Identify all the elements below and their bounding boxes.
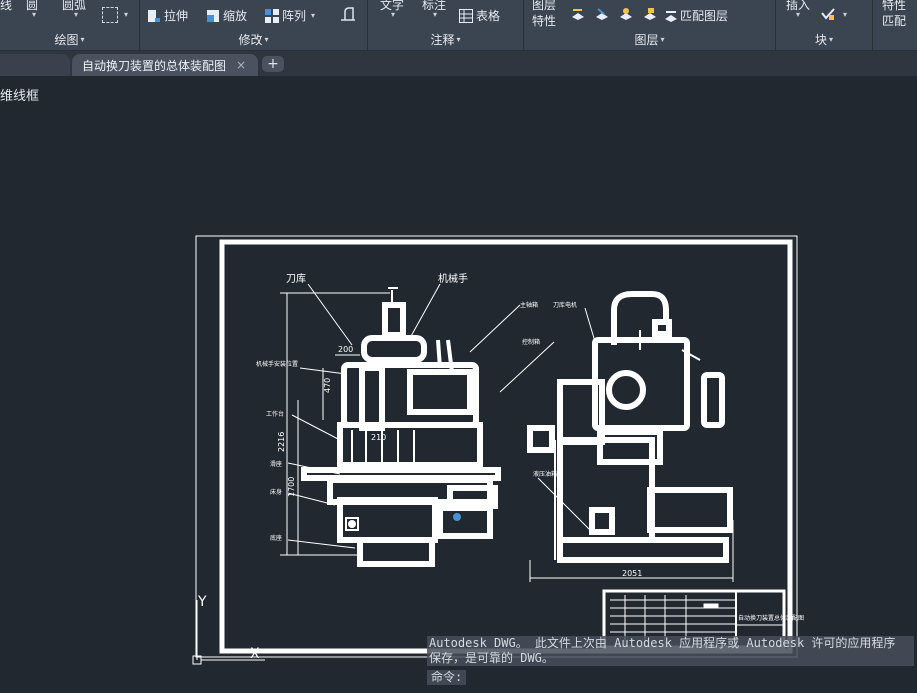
label-manipulator-mount: 机械手安装位置 bbox=[256, 360, 298, 368]
dim-2216: 2216 bbox=[277, 432, 286, 452]
label-magazine-motor: 刀库电机 bbox=[553, 301, 577, 309]
grip-point bbox=[453, 513, 461, 521]
side-view bbox=[527, 291, 733, 563]
command-history-line-1: Autodesk DWG。 此文件上次由 Autodesk 应用程序或 Auto… bbox=[427, 636, 914, 651]
command-history: Autodesk DWG。 此文件上次由 Autodesk 应用程序或 Auto… bbox=[427, 636, 914, 685]
label-manipulator: 机械手 bbox=[438, 272, 468, 285]
dim-470: 470 bbox=[323, 378, 332, 393]
command-prompt[interactable]: 命令: bbox=[427, 670, 467, 685]
drawing-canvas[interactable]: 刀库 机械手 主轴箱 刀库电机 控制箱 机械手安装位置 工作台 滑座 床身 底座… bbox=[0, 0, 917, 693]
label-spindle-box: 主轴箱 bbox=[520, 301, 538, 309]
label-base: 底座 bbox=[270, 534, 282, 542]
command-history-line-2: 保存，是可靠的 DWG。 bbox=[427, 651, 914, 666]
sheet-outer-border bbox=[195, 235, 798, 658]
title-block-name: 自动换刀装置总体装配图 bbox=[738, 614, 804, 622]
dim-200: 200 bbox=[338, 345, 353, 354]
label-control-cabinet: 控制箱 bbox=[522, 338, 540, 346]
ucs-x-label: X bbox=[250, 646, 260, 662]
label-hydraulic: 液压油箱 bbox=[533, 470, 557, 478]
ucs-y-label: Y bbox=[197, 594, 207, 610]
label-bed: 床身 bbox=[270, 488, 282, 496]
front-view bbox=[301, 302, 501, 567]
dim-1700: 1700 bbox=[287, 477, 296, 497]
dim-210: 210 bbox=[371, 433, 386, 442]
label-tool-magazine: 刀库 bbox=[286, 272, 306, 285]
dim-2051: 2051 bbox=[622, 569, 642, 578]
label-workbench: 工作台 bbox=[266, 410, 284, 418]
label-slide: 滑座 bbox=[270, 460, 282, 468]
